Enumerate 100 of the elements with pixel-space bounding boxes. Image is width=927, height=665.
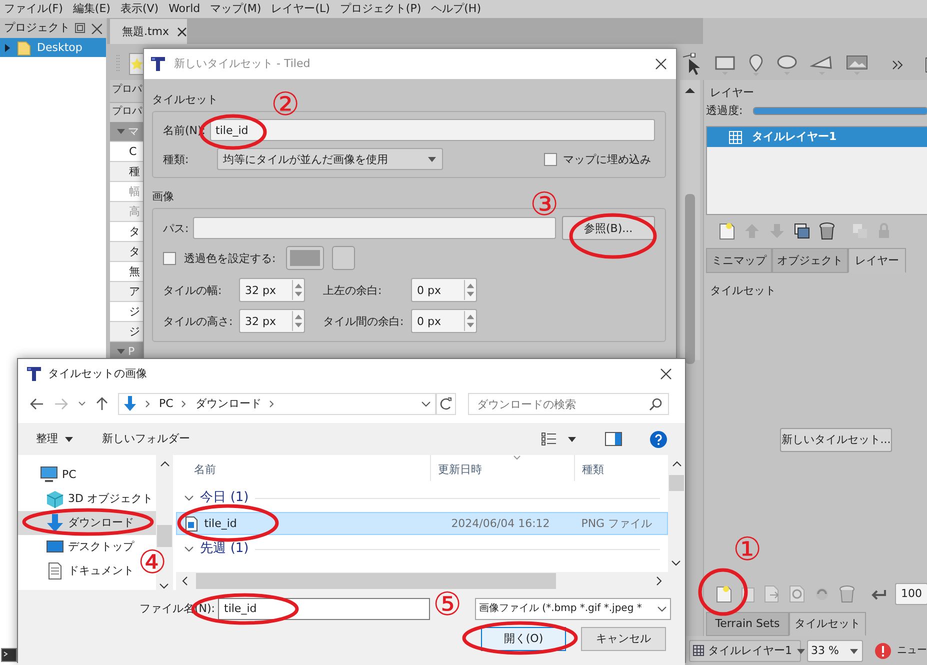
search-field[interactable]: ダウンロードの検索 (468, 393, 669, 415)
polygon-icon[interactable] (810, 54, 834, 76)
panel-tab[interactable]: レイヤー (848, 248, 906, 273)
menu-item[interactable]: プロジェクト(P) (340, 2, 422, 16)
help-icon[interactable] (650, 430, 667, 448)
caret-icon (796, 646, 806, 654)
field-label: パス: (163, 222, 189, 235)
menu-item[interactable]: ヘルプ(H) (431, 2, 481, 16)
menu-item[interactable]: レイヤー(L) (271, 2, 330, 16)
close-icon[interactable] (177, 26, 188, 36)
nav-item[interactable]: PC (18, 463, 76, 487)
image-icon[interactable] (846, 54, 868, 76)
color-button[interactable] (286, 246, 324, 270)
zoom-field[interactable]: 100 (895, 583, 927, 605)
close-icon[interactable] (90, 22, 102, 34)
tiled-logo-icon (26, 366, 42, 382)
tree-item[interactable]: Desktop (0, 38, 106, 57)
caret-icon[interactable] (567, 435, 577, 443)
duplicate-icon[interactable] (794, 223, 810, 239)
type-select[interactable]: 均等にタイルが並んだ画像を使用 (217, 148, 443, 170)
embed-checkbox[interactable] (544, 152, 557, 166)
trash-icon[interactable] (819, 222, 835, 240)
scroll-up-icon (672, 461, 682, 467)
menu-item[interactable]: 表示(V) (120, 2, 159, 16)
file-date: 2024/06/04 16:12 (450, 516, 551, 530)
rectangle-icon[interactable] (714, 54, 736, 76)
spin-box[interactable]: 0 px (411, 309, 477, 334)
separator-icon (269, 400, 276, 408)
spin-box[interactable]: 32 px (239, 278, 305, 302)
cancel-button[interactable]: キャンセル (581, 627, 666, 651)
opacity-label: 透過度: (706, 104, 744, 119)
new-tileset-icon[interactable] (716, 585, 732, 603)
panel-title: プロジェクト (4, 21, 70, 35)
undo-icon[interactable] (870, 588, 886, 600)
filename-field[interactable]: tile_id (218, 598, 430, 620)
zoom-combo[interactable]: 33 % (807, 640, 863, 662)
refresh-icon[interactable] (436, 393, 456, 415)
field-label: 上左の余白: (323, 284, 383, 297)
menu-item[interactable]: マップ(M) (210, 2, 262, 16)
column-header[interactable]: 種類 (575, 455, 668, 481)
new-layer-icon[interactable] (719, 222, 735, 240)
breadcrumb-item[interactable]: ダウンロード (195, 397, 262, 411)
preview-pane-icon[interactable] (605, 432, 622, 446)
nav-item[interactable]: ドキュメント (18, 559, 134, 583)
overflow-icon[interactable] (892, 60, 904, 70)
property-name: 高 (129, 204, 140, 218)
new-folder-button[interactable]: 新しいフォルダー (102, 432, 190, 446)
console-icon (1, 648, 17, 662)
file-type-select[interactable]: 画像ファイル (*.bmp *.gif *.jpeg * (475, 598, 671, 620)
ellipse-icon[interactable] (776, 54, 798, 76)
image-file-icon (185, 516, 198, 532)
field-label: タイルの高さ: (163, 314, 234, 328)
spin-box[interactable]: 0 px (411, 278, 477, 302)
separator-icon (145, 400, 151, 408)
back-icon[interactable] (30, 398, 44, 410)
layer-row[interactable]: タイルレイヤー1 (707, 127, 927, 147)
open-button[interactable]: 開く(O) (481, 627, 566, 651)
transparent-checkbox[interactable] (163, 252, 176, 265)
clear-color-button[interactable] (332, 246, 355, 270)
name-field[interactable]: tile_id (210, 119, 655, 142)
news-label[interactable]: ニュー (897, 644, 927, 656)
group-label: 画像 (152, 190, 174, 204)
cursor-icon[interactable] (682, 53, 702, 77)
spin-box[interactable]: 32 px (239, 309, 305, 334)
organize-menu[interactable]: 整理 (36, 432, 74, 446)
panel-tab[interactable]: ミニマップ (706, 248, 772, 273)
close-icon[interactable] (659, 367, 673, 381)
document-tab[interactable]: 無題.tmx (110, 19, 187, 44)
path-field[interactable] (192, 217, 556, 240)
file-type: PNG ファイル (580, 516, 652, 530)
spin-arrows-icon (292, 311, 304, 332)
caret-icon (849, 646, 859, 654)
collapse-icon (116, 348, 126, 356)
column-header[interactable]: 更新日時 (431, 455, 576, 481)
nav-item[interactable]: 3D オブジェクト (18, 487, 153, 511)
menu-item[interactable]: World (168, 2, 200, 16)
up-icon[interactable] (96, 397, 108, 411)
property-name: ア (129, 284, 140, 298)
nav-item[interactable]: デスクトップ (18, 535, 134, 559)
error-icon (875, 642, 891, 658)
scroll-thumb (157, 525, 172, 547)
menu-item[interactable]: 編集(E) (72, 2, 110, 16)
file-row[interactable]: tile_id 2024/06/04 16:12 PNG ファイル (176, 512, 668, 535)
panel-tab[interactable]: オブジェクト (772, 248, 848, 273)
breadcrumb-item[interactable]: PC (159, 397, 174, 411)
scroll-up-icon (160, 461, 170, 467)
spin-arrows-icon (464, 311, 476, 332)
view-icon[interactable] (541, 432, 557, 446)
panel-tab[interactable]: タイルセット (789, 612, 866, 636)
pin-icon[interactable] (748, 54, 764, 76)
folder-icon (17, 40, 31, 56)
panel-tab[interactable]: Terrain Sets (706, 612, 789, 636)
column-header[interactable]: 名前 (176, 455, 432, 481)
dropdown-icon[interactable] (421, 401, 431, 407)
close-icon[interactable] (654, 57, 668, 71)
chevron-icon[interactable] (78, 401, 86, 407)
address-bar[interactable]: PC ダウンロード (118, 393, 436, 415)
menu-item[interactable]: ファイル(F) (4, 2, 63, 16)
new-tileset-button[interactable]: 新しいタイルセット... (780, 428, 892, 452)
float-icon[interactable] (74, 22, 86, 34)
